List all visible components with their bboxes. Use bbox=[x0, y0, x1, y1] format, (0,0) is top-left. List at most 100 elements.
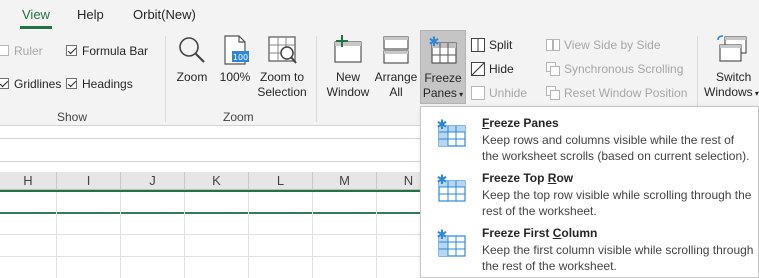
freeze-panes-label-2: Panes bbox=[422, 86, 457, 100]
new-window-label-1: New bbox=[335, 70, 360, 84]
menu-item-description: Keep rows and columns visible while the … bbox=[482, 133, 750, 163]
headings-label: Headings bbox=[82, 77, 133, 91]
unhide-icon bbox=[471, 86, 485, 100]
menu-item-description: Keep the top row visible while scrolling… bbox=[482, 188, 752, 218]
zoom-label: Zoom bbox=[176, 70, 208, 84]
column-header-j[interactable]: J bbox=[121, 172, 185, 190]
page-100-icon: 100 bbox=[224, 35, 249, 65]
svg-text:✱: ✱ bbox=[437, 118, 448, 133]
title-part: Freeze First bbox=[482, 226, 553, 240]
zoom-group-label: Zoom bbox=[223, 110, 254, 124]
ruler-box bbox=[0, 45, 9, 56]
tab-view[interactable]: View bbox=[22, 7, 50, 22]
grid-line bbox=[312, 192, 313, 278]
title-part: reeze Panes bbox=[489, 116, 559, 130]
title-part: Freeze Top bbox=[482, 171, 548, 185]
formula-bar-label: Formula Bar bbox=[82, 44, 149, 58]
gridlines-box bbox=[0, 78, 9, 89]
switch-windows-label-2: Windows bbox=[704, 85, 753, 99]
tab-orbit[interactable]: Orbit(New) bbox=[133, 7, 196, 22]
new-window-icon bbox=[334, 35, 362, 63]
switch-windows-icon bbox=[717, 35, 747, 62]
menu-item-title: Freeze First Column bbox=[482, 226, 597, 240]
magnifier-icon bbox=[179, 37, 205, 63]
column-header-m[interactable]: M bbox=[313, 172, 377, 190]
freeze-top-row-icon: ✱ bbox=[437, 173, 466, 202]
reset-window-position-label: Reset Window Position bbox=[564, 86, 688, 100]
freeze-panes-icon: ✱ bbox=[429, 35, 457, 64]
unhide-label: Unhide bbox=[489, 86, 528, 100]
zoom-selection-icon bbox=[268, 36, 297, 64]
zoom-to-selection-label-1: Zoom to bbox=[259, 70, 304, 84]
split-button[interactable]: Split bbox=[471, 37, 512, 53]
menu-item-freeze-top-row[interactable]: ✱ Freeze Top Row Keep the top row visibl… bbox=[421, 166, 758, 220]
show-group-label: Show bbox=[57, 110, 88, 124]
gridlines-label: Gridlines bbox=[14, 77, 62, 91]
side-by-side-icon bbox=[546, 39, 560, 51]
menu-item-title: Freeze Top Row bbox=[482, 171, 573, 185]
freeze-panes-label-1: Freeze bbox=[424, 71, 462, 85]
split-icon bbox=[471, 38, 485, 52]
synchronous-scrolling-button[interactable]: Synchronous Scrolling bbox=[546, 61, 683, 77]
zoom-to-selection-button[interactable]: Zoom to Selection bbox=[254, 34, 310, 100]
column-header-k[interactable]: K bbox=[185, 172, 249, 190]
grid-line bbox=[120, 192, 121, 278]
reset-position-icon bbox=[546, 86, 560, 100]
headings-checkbox[interactable]: Headings bbox=[66, 77, 133, 91]
column-header-l[interactable]: L bbox=[249, 172, 313, 190]
column-header-i[interactable]: I bbox=[57, 172, 121, 190]
zoom-to-selection-label-2: Selection bbox=[257, 85, 307, 99]
ruler-checkbox[interactable]: Ruler bbox=[0, 44, 43, 58]
hide-label: Hide bbox=[489, 62, 514, 76]
gridlines-checkbox[interactable]: Gridlines bbox=[0, 77, 61, 91]
switch-windows-button[interactable]: Switch Windows ▾ bbox=[700, 34, 759, 101]
svg-text:✱: ✱ bbox=[437, 173, 448, 188]
view-side-by-side-button[interactable]: View Side by Side bbox=[546, 37, 661, 53]
page-100-text: 100 bbox=[233, 53, 248, 62]
chevron-down-icon: ▾ bbox=[752, 89, 759, 98]
sync-scrolling-icon bbox=[546, 62, 560, 76]
freeze-panes-icon: ✱ bbox=[437, 118, 466, 147]
title-part: olumn bbox=[561, 226, 598, 240]
ribbon-tabs: View Help Orbit(New) bbox=[0, 0, 759, 30]
hide-button[interactable]: Hide bbox=[471, 61, 514, 77]
reset-window-position-button[interactable]: Reset Window Position bbox=[546, 85, 687, 101]
grid-line bbox=[56, 192, 57, 278]
column-header-h[interactable]: H bbox=[0, 172, 57, 190]
menu-item-description: Keep the first column visible while scro… bbox=[482, 243, 754, 273]
zoom-100-button[interactable]: 100 100% bbox=[217, 34, 253, 85]
group-separator bbox=[316, 36, 317, 122]
freeze-panes-button[interactable]: ✱ Freeze Panes ▾ bbox=[420, 30, 466, 104]
arrange-all-button[interactable]: Arrange All bbox=[373, 34, 419, 100]
tab-help[interactable]: Help bbox=[77, 7, 104, 22]
freeze-panes-menu: ✱ Freeze Panes Keep rows and columns vis… bbox=[420, 106, 759, 278]
new-window-label-2: Window bbox=[326, 85, 370, 99]
menu-item-freeze-panes[interactable]: ✱ Freeze Panes Keep rows and columns vis… bbox=[421, 111, 758, 165]
unhide-button[interactable]: Unhide bbox=[471, 85, 527, 101]
title-part: ow bbox=[556, 171, 574, 185]
arrange-all-label-2: All bbox=[389, 85, 403, 99]
split-label: Split bbox=[489, 38, 513, 52]
active-tab-indicator bbox=[20, 26, 52, 29]
svg-text:✱: ✱ bbox=[429, 35, 440, 50]
svg-text:✱: ✱ bbox=[437, 228, 448, 243]
formula-bar-box bbox=[66, 45, 77, 56]
arrange-all-label-1: Arrange bbox=[374, 70, 418, 84]
zoom-100-label: 100% bbox=[219, 70, 251, 84]
view-side-by-side-label: View Side by Side bbox=[564, 38, 661, 52]
new-window-button[interactable]: New Window bbox=[324, 34, 372, 100]
formula-bar-checkbox[interactable]: Formula Bar bbox=[66, 44, 148, 58]
headings-box bbox=[66, 78, 77, 89]
menu-item-title: Freeze Panes bbox=[482, 116, 559, 130]
hide-icon bbox=[471, 62, 485, 76]
menu-item-freeze-first-column[interactable]: ✱ Freeze First Column Keep the first col… bbox=[421, 221, 758, 275]
grid-line bbox=[376, 192, 377, 278]
group-separator bbox=[165, 36, 166, 122]
switch-windows-label-1: Switch bbox=[716, 70, 752, 84]
freeze-first-column-icon: ✱ bbox=[437, 228, 466, 257]
ruler-label: Ruler bbox=[14, 44, 43, 58]
chevron-down-icon: ▾ bbox=[456, 90, 464, 99]
zoom-button[interactable]: Zoom bbox=[172, 34, 212, 85]
grid-line bbox=[184, 192, 185, 278]
grid-line bbox=[248, 192, 249, 278]
